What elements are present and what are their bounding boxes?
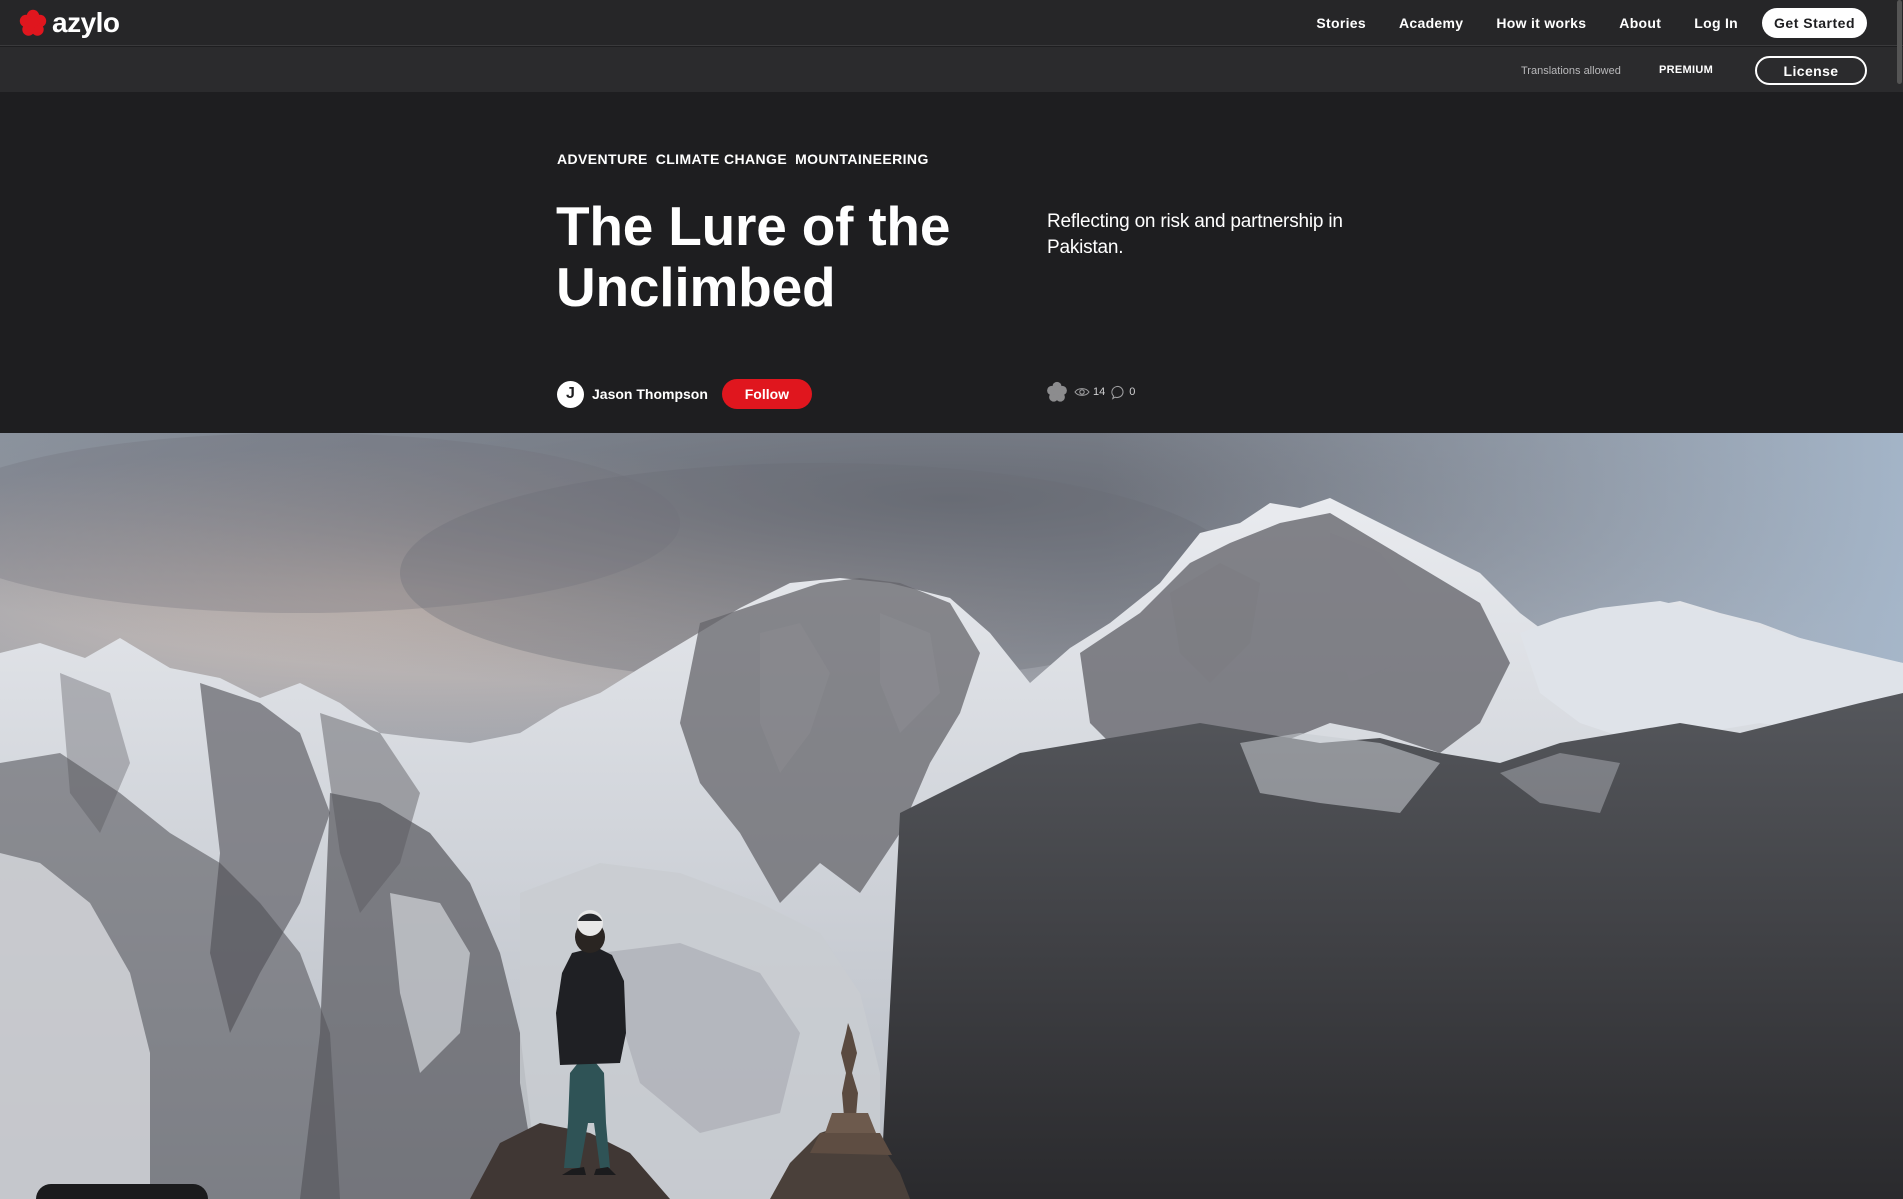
premium-badge: PREMIUM (1659, 64, 1714, 76)
avatar[interactable]: J (557, 380, 584, 408)
flower-icon[interactable] (1046, 381, 1068, 403)
logo-text: azylo (52, 7, 120, 38)
nav-links: Stories Academy How it works About Log I… (1283, 8, 1867, 38)
comments-stat[interactable]: 0 (1111, 385, 1135, 400)
image-caption-pill[interactable] (36, 1184, 208, 1199)
author-block: J Jason Thompson Follow (557, 379, 812, 409)
nav-link-how-it-works[interactable]: How it works (1496, 15, 1586, 31)
eye-icon (1074, 388, 1090, 396)
nav-link-stories[interactable]: Stories (1316, 15, 1366, 31)
article-subtitle: Reflecting on risk and partnership in Pa… (1047, 211, 1343, 258)
nav-link-academy[interactable]: Academy (1399, 15, 1463, 31)
tag-adventure[interactable]: ADVENTURE (557, 151, 648, 167)
license-bar: Translations allowed PREMIUM License (0, 47, 1903, 92)
tag-mountaineering[interactable]: MOUNTAINEERING (795, 151, 929, 167)
hero-photo (0, 433, 1903, 1199)
article-header: ADVENTURE CLIMATE CHANGE MOUNTAINEERING … (0, 92, 1903, 433)
scrollbar-thumb[interactable] (1897, 0, 1902, 84)
get-started-button[interactable]: Get Started (1762, 8, 1867, 38)
translations-allowed-label: Translations allowed (1521, 65, 1621, 77)
top-navigation: azylo Stories Academy How it works About… (0, 0, 1903, 46)
story-stats: 14 0 (1046, 381, 1135, 403)
nav-link-log-in[interactable]: Log In (1694, 15, 1738, 31)
tag-list: ADVENTURE CLIMATE CHANGE MOUNTAINEERING (557, 151, 929, 167)
tag-climate-change[interactable]: CLIMATE CHANGE (656, 151, 787, 167)
article-title: The Lure of the Unclimbed (556, 195, 951, 318)
comments-count: 0 (1129, 386, 1136, 398)
author-name[interactable]: Jason Thompson (592, 386, 708, 402)
scrollbar[interactable] (1896, 0, 1903, 86)
views-stat: 14 (1074, 386, 1105, 398)
license-button[interactable]: License (1755, 56, 1867, 85)
logo[interactable]: azylo (18, 6, 120, 40)
follow-button[interactable]: Follow (721, 379, 812, 409)
comment-bubble-icon (1111, 385, 1124, 400)
azylo-flower-icon (19, 9, 47, 36)
nav-link-about[interactable]: About (1619, 15, 1661, 31)
views-count: 14 (1093, 386, 1106, 398)
